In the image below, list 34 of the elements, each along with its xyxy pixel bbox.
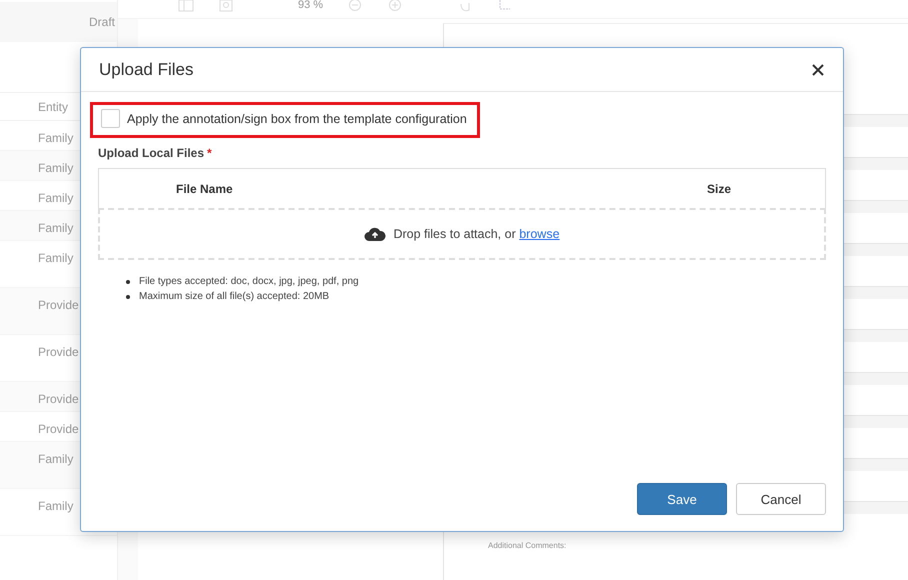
column-header: Size: [706, 182, 731, 196]
column-header: Entity: [38, 100, 68, 114]
camera-icon[interactable]: [218, 0, 234, 12]
checkbox-label: Apply the annotation/sign box from the template configuration: [127, 112, 467, 126]
entity-cell: Family: [38, 452, 74, 466]
list-header: Draft: [88, 15, 115, 29]
dialog-title: Upload Files: [99, 60, 194, 80]
browse-link[interactable]: browse: [519, 227, 560, 241]
zoom-level[interactable]: 93 %: [298, 0, 324, 10]
drop-zone[interactable]: Drop files to attach, or browse: [98, 208, 826, 260]
entity-cell: Provide: [38, 392, 79, 406]
entity-cell: Family: [38, 191, 74, 205]
cloud-upload-icon: [364, 226, 386, 242]
entity-cell: Provide: [38, 422, 79, 436]
entity-cell: Provide: [38, 345, 79, 359]
cancel-button[interactable]: Cancel: [736, 483, 826, 515]
entity-cell: Provide: [38, 298, 79, 312]
note-text: File types accepted: doc, docx, jpg, jpeg, pdf, png: [139, 276, 359, 287]
entity-cell: Family: [38, 221, 74, 235]
document-label: Additional Comments:: [488, 541, 568, 550]
section-label: Upload Local Files: [98, 146, 204, 160]
entity-cell: Family: [38, 251, 74, 265]
column-header: File Name: [176, 182, 234, 196]
required-mark: *: [207, 146, 212, 160]
panel-icon[interactable]: [178, 0, 194, 12]
zoom-out-icon[interactable]: [347, 0, 364, 12]
checkbox[interactable]: [101, 109, 120, 128]
entity-cell: Family: [38, 499, 74, 513]
entity-cell: Family: [38, 161, 74, 175]
zoom-in-icon[interactable]: [387, 0, 404, 12]
entity-cell: Family: [38, 131, 74, 145]
drop-text: Drop files to attach, or browse: [393, 227, 560, 241]
note-text: Maximum size of all file(s) accepted: 20MB: [139, 291, 330, 302]
save-button[interactable]: Save: [637, 483, 727, 515]
